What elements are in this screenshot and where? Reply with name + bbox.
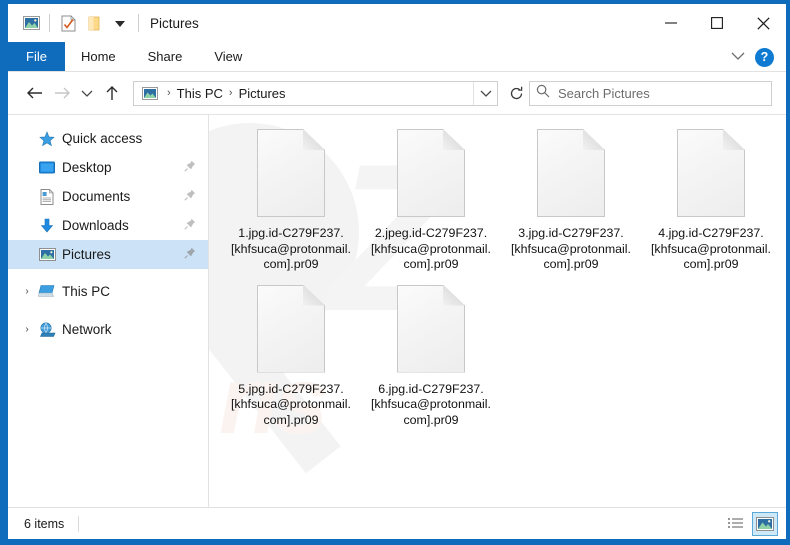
sidebar-item-label: Downloads: [62, 218, 184, 233]
search-input[interactable]: Search Pictures: [529, 81, 772, 106]
file-list-pane[interactable]: Z ris 1.jpg.id-C279F237.[khfsuca@protonm…: [209, 115, 786, 507]
file-item[interactable]: 1.jpg.id-C279F237.[khfsuca@protonmail.co…: [221, 125, 361, 273]
sidebar-item-label: Documents: [62, 189, 184, 204]
pictures-icon-breadcrumb: [139, 87, 161, 100]
pin-icon[interactable]: [184, 247, 196, 262]
title-bar: Pictures: [8, 4, 786, 42]
file-item[interactable]: 4.jpg.id-C279F237.[khfsuca@protonmail.co…: [641, 125, 781, 273]
file-explorer-window: Pictures File Home Share View ? › This P…: [8, 4, 786, 539]
blank-file-icon: [537, 129, 605, 217]
ribbon-tabs: File Home Share View ?: [8, 42, 786, 72]
blank-file-icon: [397, 129, 465, 217]
explorer-body: ⱟ Quick access Desktop Documents Downloa…: [8, 114, 786, 507]
breadcrumb-pictures[interactable]: Pictures: [235, 86, 290, 101]
tab-share[interactable]: Share: [132, 42, 199, 71]
desktop-icon: [36, 161, 58, 175]
chevron-right-icon[interactable]: ›: [18, 324, 36, 335]
quick-access-toolbar: Pictures: [8, 10, 199, 36]
search-icon: [536, 84, 550, 103]
pin-icon[interactable]: [184, 218, 196, 233]
new-folder-icon[interactable]: [81, 10, 107, 36]
downloads-icon: [36, 218, 58, 234]
status-bar: 6 items: [8, 507, 786, 539]
file-item[interactable]: 2.jpeg.id-C279F237.[khfsuca@protonmail.c…: [361, 125, 501, 273]
close-button[interactable]: [740, 4, 786, 42]
file-name: 3.jpg.id-C279F237.[khfsuca@protonmail.co…: [509, 226, 633, 273]
breadcrumb-separator-2: ›: [227, 87, 235, 99]
minimize-button[interactable]: [648, 4, 694, 42]
chevron-down-icon[interactable]: ⱟ: [18, 133, 36, 144]
navigation-pane: ⱟ Quick access Desktop Documents Downloa…: [8, 115, 208, 507]
file-name: 6.jpg.id-C279F237.[khfsuca@protonmail.co…: [369, 382, 493, 429]
forward-arrow-icon: [48, 79, 76, 107]
sidebar-item-label: Pictures: [62, 247, 184, 262]
maximize-button[interactable]: [694, 4, 740, 42]
customize-chevron-icon[interactable]: [107, 10, 133, 36]
sidebar-item-network[interactable]: › Network: [8, 315, 208, 344]
sidebar-item-documents[interactable]: Documents: [8, 182, 208, 211]
tab-home[interactable]: Home: [65, 42, 132, 71]
sidebar-item-quick-access[interactable]: ⱟ Quick access: [8, 124, 208, 153]
sidebar-item-label: Quick access: [62, 131, 208, 146]
address-bar[interactable]: › This PC › Pictures: [133, 81, 498, 106]
sidebar-item-desktop[interactable]: Desktop: [8, 153, 208, 182]
status-divider: [78, 516, 79, 532]
window-controls: [648, 4, 786, 42]
properties-check-icon[interactable]: [55, 10, 81, 36]
toolbar-divider-2: [138, 14, 139, 32]
sidebar-item-this-pc[interactable]: › This PC: [8, 277, 208, 306]
window-frame: Pictures File Home Share View ? › This P…: [0, 0, 790, 545]
blank-file-icon: [397, 285, 465, 373]
blank-file-icon: [677, 129, 745, 217]
file-name: 1.jpg.id-C279F237.[khfsuca@protonmail.co…: [229, 226, 353, 273]
sidebar-item-pictures[interactable]: Pictures: [8, 240, 208, 269]
pictures-icon: [18, 10, 44, 36]
network-icon: [36, 322, 58, 338]
toolbar-divider: [49, 14, 50, 32]
pin-icon[interactable]: [184, 189, 196, 204]
tab-file[interactable]: File: [8, 42, 65, 71]
details-view-button[interactable]: [722, 512, 748, 536]
refresh-icon[interactable]: [503, 82, 529, 105]
sidebar-item-downloads[interactable]: Downloads: [8, 211, 208, 240]
sidebar-item-label: Desktop: [62, 160, 184, 175]
view-buttons: [722, 508, 778, 539]
documents-icon: [36, 189, 58, 205]
file-name: 5.jpg.id-C279F237.[khfsuca@protonmail.co…: [229, 382, 353, 429]
window-title: Pictures: [150, 16, 199, 31]
recent-locations-icon[interactable]: [76, 79, 98, 107]
item-count: 6 items: [24, 517, 64, 531]
chevron-down-icon[interactable]: [731, 48, 745, 66]
large-icons-view-button[interactable]: [752, 512, 778, 536]
breadcrumb-this-pc[interactable]: This PC: [173, 86, 227, 101]
ribbon-right-controls: ?: [731, 42, 782, 72]
chevron-right-icon[interactable]: ›: [18, 286, 36, 297]
pictures-icon: [36, 248, 58, 261]
breadcrumb-separator-1: ›: [165, 87, 173, 99]
this-pc-icon: [36, 284, 58, 299]
search-placeholder: Search Pictures: [558, 86, 650, 101]
file-name: 4.jpg.id-C279F237.[khfsuca@protonmail.co…: [649, 226, 773, 273]
file-grid: 1.jpg.id-C279F237.[khfsuca@protonmail.co…: [209, 115, 786, 436]
pin-icon[interactable]: [184, 160, 196, 175]
up-arrow-icon[interactable]: [98, 79, 126, 107]
sidebar-item-label: This PC: [62, 284, 208, 299]
help-button[interactable]: ?: [755, 48, 774, 67]
star-icon: [36, 131, 58, 147]
navigation-toolbar: › This PC › Pictures Search Pictures: [8, 72, 786, 114]
blank-file-icon: [257, 285, 325, 373]
blank-file-icon: [257, 129, 325, 217]
file-item[interactable]: 3.jpg.id-C279F237.[khfsuca@protonmail.co…: [501, 125, 641, 273]
back-arrow-icon[interactable]: [20, 79, 48, 107]
tab-view[interactable]: View: [198, 42, 258, 71]
sidebar-item-label: Network: [62, 322, 208, 337]
file-item[interactable]: 5.jpg.id-C279F237.[khfsuca@protonmail.co…: [221, 281, 361, 429]
file-item[interactable]: 6.jpg.id-C279F237.[khfsuca@protonmail.co…: [361, 281, 501, 429]
address-dropdown-icon[interactable]: [473, 82, 497, 105]
breadcrumb[interactable]: › This PC › Pictures: [139, 86, 473, 101]
file-name: 2.jpeg.id-C279F237.[khfsuca@protonmail.c…: [369, 226, 493, 273]
